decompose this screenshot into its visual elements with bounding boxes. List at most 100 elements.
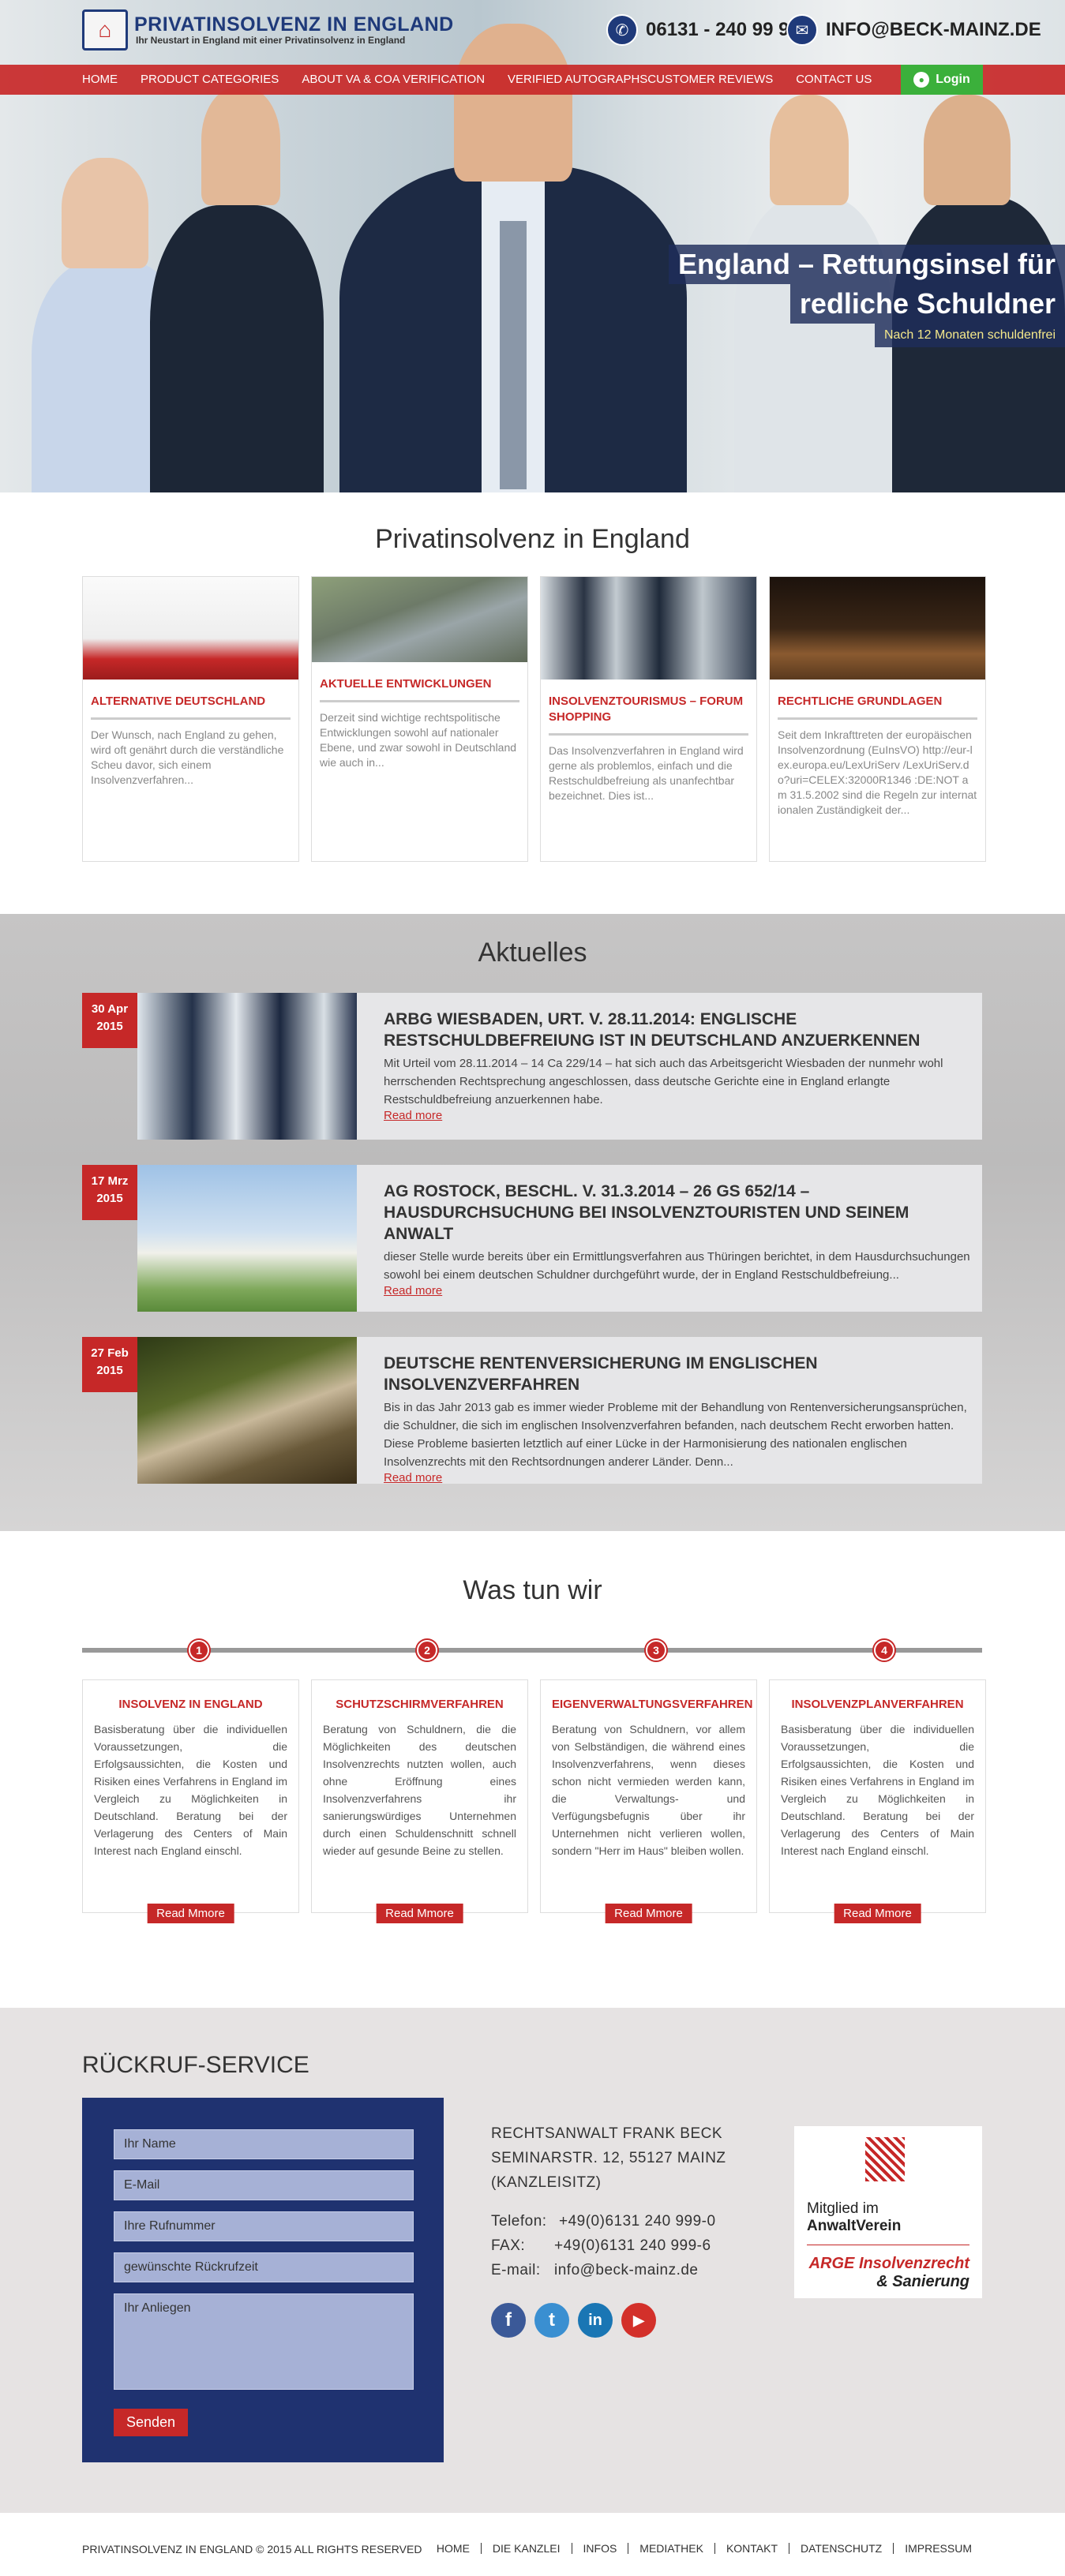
header-email[interactable]: ✉ INFO@BECK-MAINZ.DE xyxy=(786,14,1041,46)
nav-product-categories[interactable]: PRODUCT CATEGORIES xyxy=(141,65,279,95)
name-input[interactable]: Ihr Name xyxy=(114,2129,414,2159)
office-address: RECHTSANWALT FRANK BECK SEMINARSTR. 12, … xyxy=(491,2121,726,2282)
footer-links: HOME DIE KANZLEI INFOS MEDIATHEK KONTAKT… xyxy=(426,2543,983,2554)
news-image xyxy=(137,993,357,1140)
phone-label: Telefon: xyxy=(491,2213,547,2230)
news-title[interactable]: AG ROSTOCK, BESCHL. V. 31.3.2014 – 26 GS… xyxy=(384,1181,982,1245)
step-marker: 1 xyxy=(189,1640,209,1661)
news-item[interactable]: 30 Apr 2015 ARBG WIESBADEN, URT. V. 28.11… xyxy=(82,993,982,1140)
news-title[interactable]: ARBG WIESBADEN, URT. V. 28.11.2014: ENGL… xyxy=(384,1009,982,1051)
card-title[interactable]: AKTUELLE ENTWICKLUNGEN xyxy=(312,676,527,692)
read-more-link[interactable]: Read more xyxy=(384,1284,982,1297)
service-text: Basisberatung über die individuellen Vor… xyxy=(781,1723,974,1857)
info-card[interactable]: INSOLVENZTOURISMUS – FORUM SHOPPING Das … xyxy=(540,576,757,862)
news-date-day: 17 Mrz xyxy=(91,1174,129,1188)
site-logo[interactable]: ⌂ PRIVATINSOLVENZ IN ENGLAND Ihr Neustar… xyxy=(82,9,454,51)
footer-link-infos[interactable]: INFOS xyxy=(571,2543,628,2554)
hero-line-1: England – Rettungsinsel für xyxy=(668,245,1065,284)
section-title: Was tun wir xyxy=(463,1575,602,1605)
info-card[interactable]: RECHTLICHE GRUNDLAGEN Seit dem Inkrafttr… xyxy=(769,576,986,862)
read-more-button[interactable]: Read Mmore xyxy=(376,1904,463,1923)
read-more-button[interactable]: Read Mmore xyxy=(147,1904,234,1923)
service-title: INSOLVENZ IN ENGLAND xyxy=(118,1698,263,1711)
login-button[interactable]: ● Login xyxy=(901,65,983,95)
step-marker: 2 xyxy=(417,1640,437,1661)
read-more-button[interactable]: Read Mmore xyxy=(834,1904,921,1923)
hero-person-1-head xyxy=(62,158,148,268)
card-text: Seit dem Inkrafttreten der europäischen … xyxy=(778,728,977,816)
news-item[interactable]: 27 Feb 2015 DEUTSCHE RENTENVERSICHERUNG I… xyxy=(82,1337,982,1485)
youtube-icon[interactable]: ▶ xyxy=(621,2303,656,2338)
fax-value: +49(0)6131 240 999-6 xyxy=(554,2237,711,2254)
header-phone[interactable]: ✆ 06131 - 240 99 90 xyxy=(606,14,800,46)
news-item[interactable]: 17 Mrz 2015 AG ROSTOCK, BESCHL. V. 31.3.2… xyxy=(82,1165,982,1312)
fax-label: FAX: xyxy=(491,2237,526,2254)
service-card: INSOLVENZPLANVERFAHREN Basisberatung übe… xyxy=(769,1679,986,1923)
footer-link-kontakt[interactable]: KONTAKT xyxy=(714,2543,789,2554)
arge-line-2: & Sanierung xyxy=(876,2273,969,2290)
nav-home[interactable]: HOME xyxy=(82,65,118,95)
mail-value[interactable]: info@beck-mainz.de xyxy=(554,2258,698,2282)
info-card[interactable]: ALTERNATIVE DEUTSCHLAND Der Wunsch, nach… xyxy=(82,576,299,862)
nav-verified-autographs[interactable]: VERIFIED AUTOGRAPHS xyxy=(508,65,647,95)
message-textarea[interactable]: Ihr Anliegen xyxy=(114,2293,414,2390)
news-body: ARBG WIESBADEN, URT. V. 28.11.2014: ENGL… xyxy=(357,993,982,1140)
anwaltverein-label: AnwaltVerein xyxy=(807,2218,902,2234)
card-text: Der Wunsch, nach England zu gehen, wird … xyxy=(91,728,284,786)
linkedin-icon[interactable]: in xyxy=(578,2303,613,2338)
hero-line-2: redliche Schuldner xyxy=(789,284,1065,324)
footer-link-mediathek[interactable]: MEDIATHEK xyxy=(628,2543,714,2554)
phone-input[interactable]: Ihre Rufnummer xyxy=(114,2211,414,2241)
membership-badge: Mitglied im AnwaltVerein ARGE Insolvenzr… xyxy=(794,2126,982,2298)
service-text: Basisberatung über die individuellen Vor… xyxy=(94,1723,287,1857)
anwaltverein-text: Mitglied im AnwaltVerein xyxy=(807,2200,969,2235)
address-line-3: (KANZLEISITZ) xyxy=(491,2174,602,2191)
news-date-year: 2015 xyxy=(96,1020,123,1033)
card-divider xyxy=(778,717,977,720)
footer: PRIVATINSOLVENZ IN ENGLAND © 2015 ALL RI… xyxy=(0,2513,1065,2576)
email-input[interactable]: E-Mail xyxy=(114,2170,414,2200)
header-phone-text: 06131 - 240 99 90 xyxy=(646,19,800,40)
read-more-link[interactable]: Read more xyxy=(384,1109,982,1122)
footer-link-impressum[interactable]: IMPRESSUM xyxy=(893,2543,983,2554)
twitter-icon[interactable]: t xyxy=(534,2303,569,2338)
news-title[interactable]: DEUTSCHE RENTENVERSICHERUNG IM ENGLISCHE… xyxy=(384,1353,982,1395)
card-image xyxy=(770,577,985,680)
hero-slogan: England – Rettungsinsel für redliche Sch… xyxy=(668,245,1065,347)
news-date-year: 2015 xyxy=(96,1364,123,1377)
logo-subtitle: Ihr Neustart in England mit einer Privat… xyxy=(136,35,406,46)
submit-button[interactable]: Senden xyxy=(114,2409,189,2436)
footer-link-home[interactable]: HOME xyxy=(426,2543,481,2554)
service-title: EIGENVERWALTUNGSVERFAHREN xyxy=(552,1698,753,1711)
service-text: Beratung von Schuldnern, die die Möglich… xyxy=(323,1723,516,1857)
service-card: SCHUTZSCHIRMVERFAHREN Beratung von Schul… xyxy=(311,1679,528,1923)
card-divider xyxy=(320,700,519,702)
news-excerpt: dieser Stelle wurde bereits über ein Erm… xyxy=(384,1250,970,1282)
logo-building-icon: ⌂ xyxy=(82,9,128,51)
callback-time-input[interactable]: gewünschte Rückrufzeit xyxy=(114,2252,414,2282)
read-more-button[interactable]: Read Mmore xyxy=(605,1904,692,1923)
news-date-year: 2015 xyxy=(96,1192,123,1205)
callback-form: Ihr Name E-Mail Ihre Rufnummer gewünscht… xyxy=(82,2098,444,2462)
info-card[interactable]: AKTUELLE ENTWICKLUNGEN Derzeit sind wich… xyxy=(311,576,528,862)
nav-contact-us[interactable]: CONTACT US xyxy=(796,65,872,95)
card-title[interactable]: INSOLVENZTOURISMUS – FORUM SHOPPING xyxy=(541,694,756,725)
read-more-link[interactable]: Read more xyxy=(384,1471,982,1485)
user-icon: ● xyxy=(913,72,930,88)
nav-customer-reviews[interactable]: CUSTOMER REVIEWS xyxy=(647,65,773,95)
news-date-day: 27 Feb xyxy=(91,1346,129,1360)
facebook-icon[interactable]: f xyxy=(491,2303,526,2338)
card-title[interactable]: ALTERNATIVE DEUTSCHLAND xyxy=(83,694,298,710)
address-line-2: SEMINARSTR. 12, 55127 MAINZ xyxy=(491,2150,726,2166)
card-title[interactable]: RECHTLICHE GRUNDLAGEN xyxy=(770,694,985,710)
service-title: INSOLVENZPLANVERFAHREN xyxy=(791,1698,964,1711)
footer-link-datenschutz[interactable]: DATENSCHUTZ xyxy=(789,2543,893,2554)
card-image xyxy=(541,577,756,680)
news-image xyxy=(137,1165,357,1312)
hero-line-3: Nach 12 Monaten schuldenfrei xyxy=(874,324,1065,347)
step-marker: 4 xyxy=(874,1640,894,1661)
phone-value[interactable]: +49(0)6131 240 999-0 xyxy=(559,2209,716,2233)
address-line-1: RECHTSANWALT FRANK BECK xyxy=(491,2125,723,2142)
footer-link-kanzlei[interactable]: DIE KANZLEI xyxy=(480,2543,572,2554)
nav-about-va-coa[interactable]: ABOUT VA & COA VERIFICATION xyxy=(302,65,485,95)
